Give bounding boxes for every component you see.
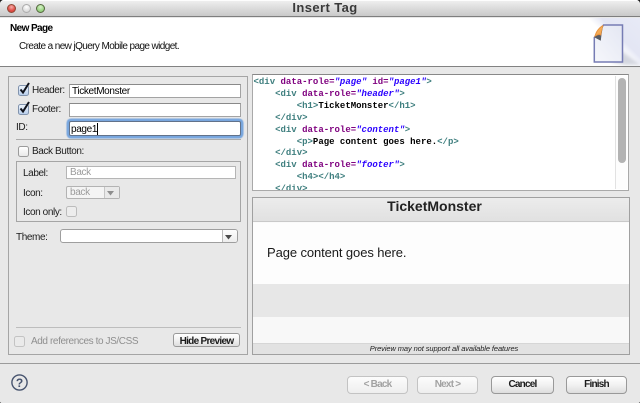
svg-text:?: ? [16,376,23,390]
